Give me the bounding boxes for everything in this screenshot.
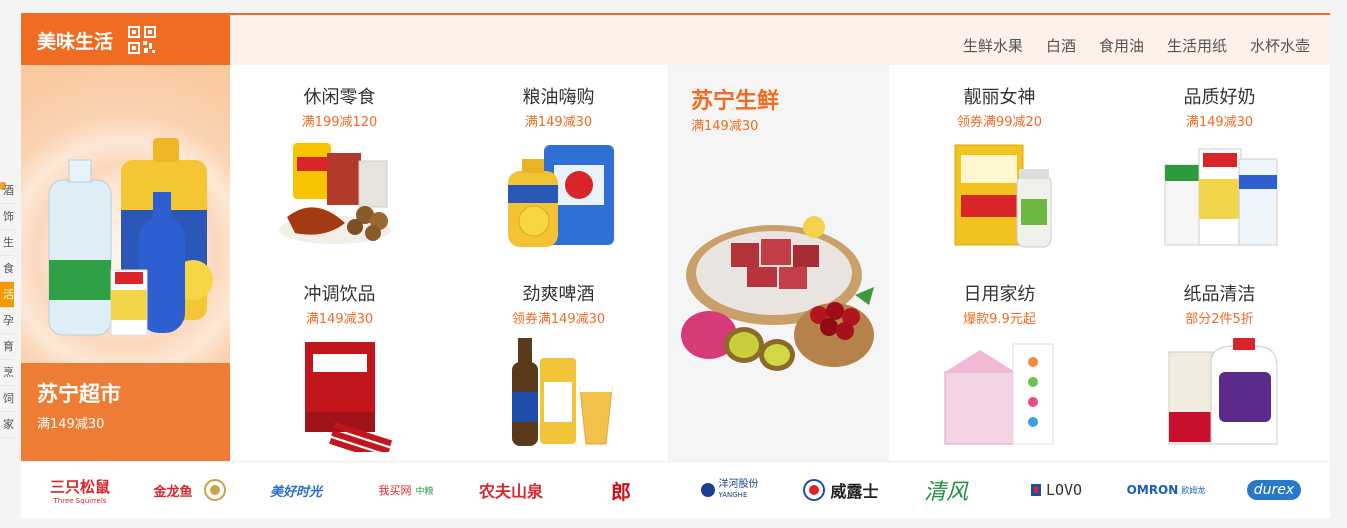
brand-logo[interactable]: durex (1246, 472, 1302, 508)
category-cell[interactable]: 靓丽女神 领券满99减20 (890, 65, 1110, 263)
fresh-feature-cell[interactable]: 苏宁生鲜 满149减30 (669, 65, 889, 461)
brand-name: 美好时光 (269, 484, 322, 500)
subnav-link[interactable]: 生活用纸 (1167, 35, 1227, 56)
milk-image (1164, 148, 1277, 246)
coffee-image (304, 342, 392, 452)
walch-mark-icon (803, 479, 826, 501)
floor-brand: 美味生活 (21, 13, 230, 65)
side-floor-nav: 酒 饰 生 食 活 孕 育 烹 饲 家 (0, 178, 14, 438)
brand-name: LOVO (1045, 481, 1083, 499)
brand-sub: Three Squirrels (53, 496, 107, 505)
sidenav-item[interactable]: 烹 (0, 360, 14, 386)
brand-name: 我买网 (378, 484, 412, 497)
brand-logo[interactable]: 美好时光 (261, 472, 331, 508)
sidenav-item[interactable]: 生 (0, 230, 14, 256)
fresh-produce-image (681, 216, 874, 371)
lovo-mark-icon (1030, 484, 1041, 496)
brand-name: 洋河股份 (718, 479, 759, 490)
category-cell[interactable]: 纸品清洁 部分2件5折 (1109, 262, 1331, 462)
brand-logo[interactable]: 农夫山泉 (471, 472, 551, 508)
cell-title: 休闲零食 (303, 87, 376, 108)
brand-name: 郎 (611, 479, 631, 504)
detergent-image (1168, 338, 1277, 445)
cell-title: 日用家纺 (963, 284, 1036, 305)
subnav-link[interactable]: 生鲜水果 (963, 35, 1023, 56)
sidenav-item-active[interactable]: 活 (0, 282, 14, 308)
category-cell[interactable]: 粮油嗨购 满149减30 (449, 65, 669, 263)
brand-name: durex (1246, 480, 1302, 500)
brand-logo[interactable]: OMRON 欧姆龙 (1126, 472, 1206, 508)
hero-banner-suning-supermarket[interactable]: 苏宁超市 满149减30 (21, 65, 230, 461)
fresh-promo: 满149减30 (691, 119, 759, 134)
brand-name: 金龙鱼 (153, 484, 193, 500)
cell-promo: 领券满99减20 (956, 115, 1043, 130)
floor-subnav: 生鲜水果 白酒 食用油 生活用纸 水杯水壶 (963, 35, 1310, 56)
sidenav-item[interactable]: 食 (0, 256, 14, 282)
floor-meiwei-shenghuo: 生鲜水果 白酒 食用油 生活用纸 水杯水壶 美味生活 苏宁超市 满149减30 … (21, 13, 1331, 518)
hero-band: 苏宁超市 满149减30 (21, 363, 230, 461)
cell-promo: 满149减30 (524, 115, 593, 130)
category-cell[interactable]: 品质好奶 满149减30 (1109, 65, 1331, 263)
sidenav-item[interactable]: 育 (0, 334, 14, 360)
brand-name: 清风 (923, 480, 968, 505)
category-cell[interactable]: 休闲零食 满199减120 (230, 65, 450, 263)
sidenav-item[interactable]: 饲 (0, 386, 14, 412)
brand-name: 三只松鼠 (49, 477, 110, 496)
cell-title: 靓丽女神 (963, 87, 1036, 108)
sidenav-item[interactable]: 家 (0, 412, 14, 438)
brand-logo[interactable]: 我买网 中粮 (366, 472, 446, 508)
hero-title: 苏宁超市 (37, 382, 121, 406)
hero-subtitle: 满149减30 (37, 417, 105, 432)
fresh-title: 苏宁生鲜 (691, 89, 780, 114)
cell-promo: 爆款9.9元起 (963, 312, 1036, 327)
sidenav-item[interactable]: 孕 (0, 308, 14, 334)
brand-logo[interactable]: 洋河股份 YANGHE (689, 472, 769, 508)
floor-title: 美味生活 (37, 31, 114, 53)
category-cell[interactable]: 冲调饮品 满149减30 (230, 262, 450, 462)
sidenav-item[interactable]: 饰 (0, 204, 14, 230)
cell-title: 品质好奶 (1183, 87, 1256, 108)
beauty-supplement-image (954, 144, 1051, 248)
beer-image (511, 338, 613, 446)
brand-logo[interactable]: 郎 (601, 472, 641, 508)
brand-name: OMRON (1126, 483, 1179, 497)
brand-sub: YANGHE (718, 491, 748, 499)
brand-name: 农夫山泉 (478, 482, 543, 501)
cell-title: 纸品清洁 (1183, 284, 1256, 305)
category-cell[interactable]: 日用家纺 爆款9.9元起 (890, 262, 1110, 462)
subnav-link[interactable]: 食用油 (1099, 35, 1144, 56)
brand-sub: 中粮 (415, 486, 434, 497)
yanghe-mark-icon (700, 483, 715, 497)
qr-code-icon[interactable] (128, 26, 156, 54)
cell-promo: 领券满149减30 (511, 312, 606, 327)
snacks-image (278, 143, 391, 244)
brand-logo[interactable]: 金龙鱼 (143, 472, 203, 508)
brand-seal-icon (203, 472, 227, 508)
cell-promo: 满199减120 (301, 115, 378, 130)
cell-promo: 满149减30 (305, 312, 374, 327)
brand-name: 威露士 (830, 482, 879, 501)
subnav-link[interactable]: 白酒 (1046, 35, 1076, 56)
brand-logo[interactable]: 三只松鼠 Three Squirrels (35, 472, 125, 508)
hero-products-image (48, 138, 213, 336)
cell-promo: 满149减30 (1185, 115, 1254, 130)
cell-title: 粮油嗨购 (522, 87, 595, 108)
brand-sub: 欧姆龙 (1181, 485, 1206, 495)
brand-logo[interactable]: 清风 (906, 472, 986, 508)
brand-logo[interactable]: 威露士 (796, 472, 886, 508)
floor-header: 生鲜水果 白酒 食用油 生活用纸 水杯水壶 (230, 15, 1330, 65)
home-textile-image (944, 343, 1053, 445)
rice-oil-image (507, 145, 614, 247)
brand-logo-strip: 三只松鼠 Three Squirrels 金龙鱼 美好时光 我买网 中粮 农夫山… (21, 461, 1330, 518)
sidenav-item[interactable]: 酒 (0, 178, 14, 204)
cell-title: 劲爽啤酒 (522, 284, 595, 305)
subnav-link[interactable]: 水杯水壶 (1250, 35, 1310, 56)
cell-promo: 部分2件5折 (1185, 312, 1254, 327)
brand-logo[interactable]: LOVO (1021, 472, 1091, 508)
cell-title: 冲调饮品 (303, 284, 376, 305)
category-cell[interactable]: 劲爽啤酒 领券满149减30 (449, 262, 669, 462)
